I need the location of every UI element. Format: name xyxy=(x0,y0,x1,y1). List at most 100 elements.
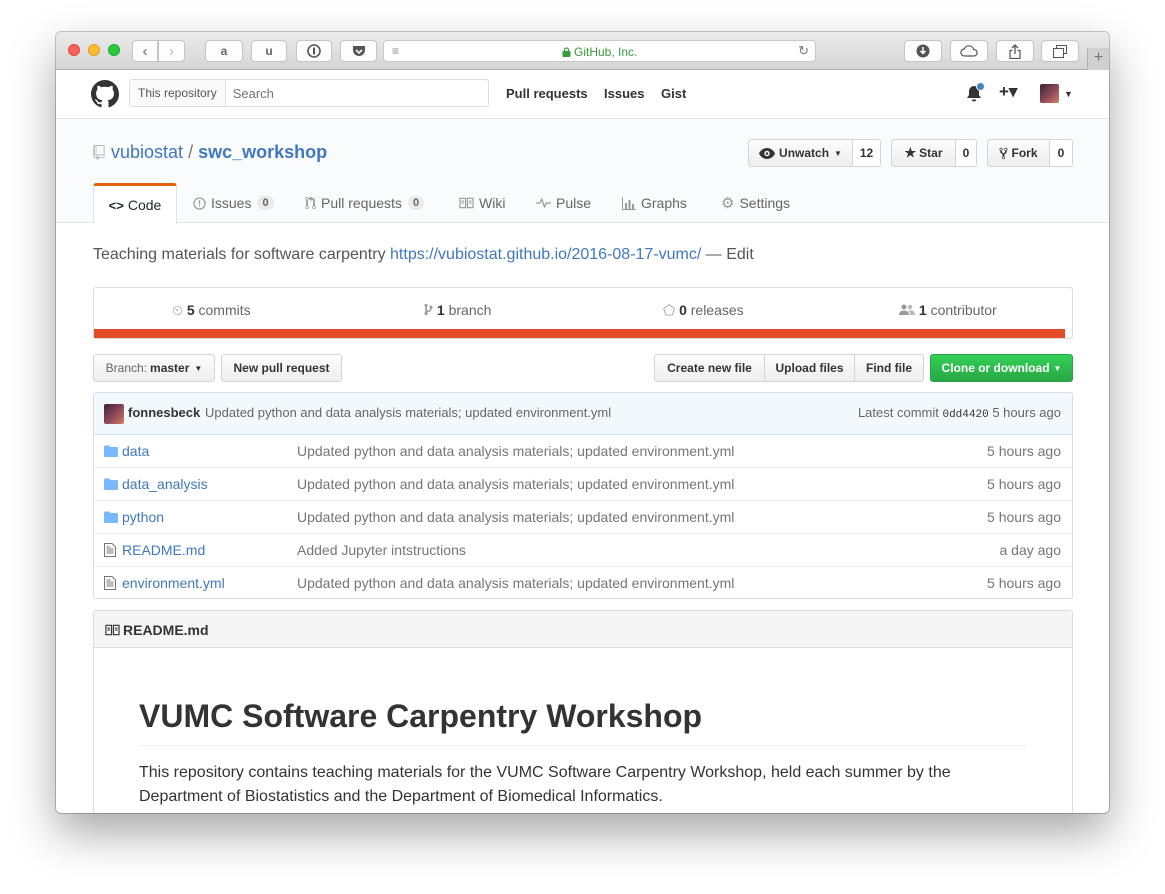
u-extension-icon: u xyxy=(265,44,273,58)
file-row[interactable]: README.md Added Jupyter intstructions a … xyxy=(94,534,1072,567)
share-button[interactable] xyxy=(996,40,1034,62)
file-commit-message[interactable]: Added Jupyter intstructions xyxy=(297,542,466,558)
watch-count[interactable]: 12 xyxy=(852,139,881,167)
file-row[interactable]: environment.yml Updated python and data … xyxy=(94,567,1072,598)
file-row[interactable]: python Updated python and data analysis … xyxy=(94,501,1072,534)
cloud-icon xyxy=(960,45,978,57)
forward-button[interactable]: › xyxy=(158,40,185,62)
notification-dot xyxy=(976,82,985,91)
minimize-window-button[interactable] xyxy=(88,44,100,56)
file-commit-message[interactable]: Updated python and data analysis materia… xyxy=(297,509,734,525)
people-icon xyxy=(899,304,915,315)
chevron-right-icon: › xyxy=(169,42,174,60)
tab-pulse[interactable]: Pulse xyxy=(536,183,591,223)
gear-icon: ⚙ xyxy=(721,195,735,212)
file-row[interactable]: data Updated python and data analysis ma… xyxy=(94,435,1072,468)
star-button[interactable]: ★ Star xyxy=(891,139,956,167)
commits-stat[interactable]: ⏲ 5 commits xyxy=(172,302,251,319)
tab-overview-button[interactable] xyxy=(1041,40,1079,62)
find-file-button[interactable]: Find file xyxy=(854,354,924,382)
branch-select-button[interactable]: Branch: master ▼ xyxy=(93,354,215,382)
star-icon: ★ xyxy=(904,145,917,160)
tab-pull-requests[interactable]: Pull requests 0 xyxy=(305,183,425,223)
search-scope: This repository xyxy=(130,80,226,106)
icloud-tabs-button[interactable] xyxy=(950,40,988,62)
tabs-icon xyxy=(1053,44,1067,58)
commit-sha[interactable]: 0dd4420 xyxy=(942,409,988,421)
file-age: 5 hours ago xyxy=(987,476,1061,492)
commit-author[interactable]: fonnesbeck xyxy=(128,405,200,420)
pocket-icon xyxy=(352,46,365,56)
tab-issues-label: Issues xyxy=(211,195,252,211)
address-bar[interactable]: ≡ GitHub, Inc. ↻ xyxy=(383,40,816,62)
create-new-menu[interactable]: +▾ xyxy=(999,82,1017,102)
file-commit-message[interactable]: Updated python and data analysis materia… xyxy=(297,575,734,591)
file-text-icon xyxy=(104,543,116,557)
history-icon: ⏲ xyxy=(172,302,183,318)
zoom-window-button[interactable] xyxy=(108,44,120,56)
fork-label: Fork xyxy=(1011,146,1038,160)
fork-button[interactable]: Fork xyxy=(987,139,1050,167)
folder-icon xyxy=(104,511,118,523)
upload-files-button[interactable]: Upload files xyxy=(764,354,855,382)
releases-stat[interactable]: ⬠ 0 releases xyxy=(663,302,744,319)
reload-icon[interactable]: ↻ xyxy=(798,43,809,59)
github-logo-icon[interactable] xyxy=(91,80,119,108)
contributors-stat[interactable]: 1 contributor xyxy=(899,302,997,318)
tab-settings[interactable]: ⚙ Settings xyxy=(721,183,790,223)
pocket-button[interactable] xyxy=(340,40,377,62)
tab-issues[interactable]: Issues 0 xyxy=(193,183,274,223)
clone-download-label: Clone or download xyxy=(941,361,1050,375)
branches-stat[interactable]: 1 branch xyxy=(424,302,491,318)
downloads-button[interactable] xyxy=(904,40,942,62)
close-window-button[interactable] xyxy=(68,44,80,56)
file-age: a day ago xyxy=(999,542,1062,558)
file-name[interactable]: python xyxy=(122,509,164,525)
description-homepage-link[interactable]: https://vubiostat.github.io/2016-08-17-v… xyxy=(390,246,701,263)
graph-icon xyxy=(622,196,636,210)
file-commit-message[interactable]: Updated python and data analysis materia… xyxy=(297,443,734,459)
unwatch-button[interactable]: Unwatch ▼ xyxy=(748,139,853,167)
password-extension-button[interactable] xyxy=(296,40,332,62)
extension-u-button[interactable]: u xyxy=(251,40,287,62)
file-name[interactable]: data_analysis xyxy=(122,476,208,492)
nav-pull-requests[interactable]: Pull requests xyxy=(506,86,588,101)
back-button[interactable]: ‹ xyxy=(132,40,158,62)
address-text-wrap: GitHub, Inc. xyxy=(384,45,815,59)
amazon-extension-button[interactable]: a xyxy=(205,40,243,62)
user-avatar-menu[interactable]: ▼ xyxy=(1040,84,1073,103)
tab-wiki[interactable]: Wiki xyxy=(459,183,505,223)
repo-separator: / xyxy=(188,142,194,162)
notifications-button[interactable] xyxy=(966,82,986,104)
commit-author-avatar[interactable] xyxy=(104,404,124,424)
file-row[interactable]: data_analysis Updated python and data an… xyxy=(94,468,1072,501)
tab-pulse-label: Pulse xyxy=(556,195,592,211)
file-name[interactable]: environment.yml xyxy=(122,575,225,591)
repo-stats-bar: ⏲ 5 commits 1 branch ⬠ 0 releases 1 cont… xyxy=(93,287,1073,339)
tab-settings-label: Settings xyxy=(739,195,791,211)
contributor-label: contributor xyxy=(930,302,997,318)
releases-count: 0 xyxy=(679,302,687,318)
readme-filename: README.md xyxy=(123,622,209,638)
create-new-file-button[interactable]: Create new file xyxy=(654,354,765,382)
file-name[interactable]: data xyxy=(122,443,149,459)
repo-name-link[interactable]: swc_workshop xyxy=(198,142,327,162)
description-edit-link[interactable]: — Edit xyxy=(706,246,754,263)
tab-graphs[interactable]: Graphs xyxy=(622,183,687,223)
star-count[interactable]: 0 xyxy=(955,139,977,167)
file-name[interactable]: README.md xyxy=(122,542,205,558)
commit-message[interactable]: Updated python and data analysis materia… xyxy=(205,405,611,420)
file-commit-message[interactable]: Updated python and data analysis materia… xyxy=(297,476,734,492)
clone-download-button[interactable]: Clone or download ▼ xyxy=(930,354,1073,382)
repo-icon xyxy=(93,145,105,160)
search-input[interactable] xyxy=(232,85,473,101)
repo-owner-link[interactable]: vubiostat xyxy=(111,142,183,162)
language-bar[interactable] xyxy=(94,329,1065,338)
new-tab-button[interactable]: + xyxy=(1087,48,1109,70)
description-text: Teaching materials for software carpentr… xyxy=(93,246,386,263)
tab-code[interactable]: <> Code xyxy=(93,183,177,224)
new-pull-request-button[interactable]: New pull request xyxy=(221,354,342,382)
nav-gist[interactable]: Gist xyxy=(661,86,686,101)
fork-count[interactable]: 0 xyxy=(1049,139,1073,167)
nav-issues[interactable]: Issues xyxy=(604,86,644,101)
